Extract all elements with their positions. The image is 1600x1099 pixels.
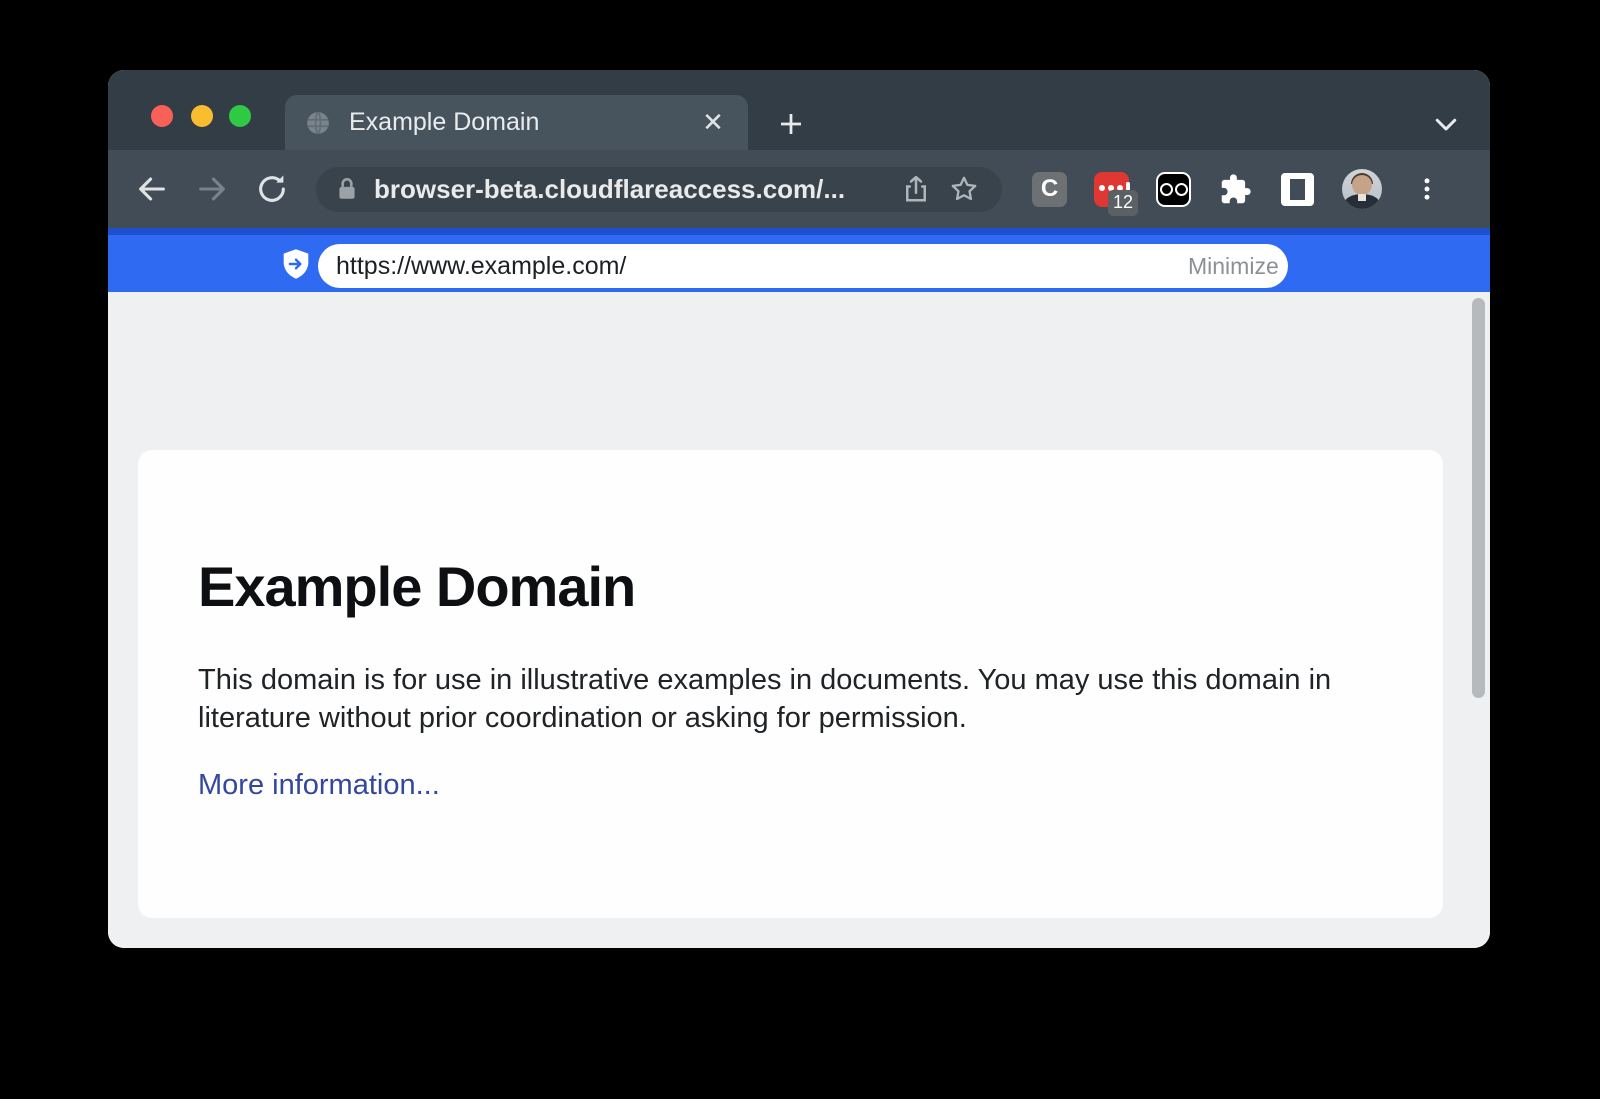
- extension-c-icon[interactable]: C: [1032, 172, 1067, 207]
- extension-red-dots-icon[interactable]: 12: [1094, 172, 1129, 207]
- profile-avatar[interactable]: [1342, 169, 1382, 209]
- zoom-window-button[interactable]: [229, 105, 251, 127]
- reload-button[interactable]: [250, 167, 294, 211]
- reload-icon: [255, 172, 289, 206]
- tab-title: Example Domain: [349, 108, 698, 137]
- circle-glyph: [1160, 183, 1173, 196]
- extensions-area: C 12: [1032, 169, 1444, 209]
- share-icon: [901, 174, 931, 204]
- bookmark-button[interactable]: [944, 169, 984, 209]
- avatar-graphic: [1352, 175, 1372, 195]
- forward-arrow-icon: [195, 172, 229, 206]
- close-window-button[interactable]: [151, 105, 173, 127]
- isolation-url-bar: Minimize: [108, 228, 1490, 292]
- kebab-menu-icon: [1413, 175, 1441, 203]
- address-bar-url: browser-beta.cloudflareaccess.com/...: [374, 174, 888, 205]
- isolation-shield-icon: [281, 248, 311, 280]
- page-heading: Example Domain: [198, 554, 1383, 619]
- circle-glyph: [1175, 183, 1188, 196]
- minimize-bar-button[interactable]: Minimize: [1188, 244, 1285, 288]
- share-button[interactable]: [896, 169, 936, 209]
- extension-badge-count: 12: [1108, 190, 1138, 216]
- globe-favicon-icon: [305, 110, 331, 136]
- back-arrow-icon: [135, 172, 169, 206]
- content-card: Example Domain This domain is for use in…: [138, 450, 1443, 918]
- browser-menu-button[interactable]: [1409, 172, 1444, 207]
- star-icon: [949, 174, 979, 204]
- tab-strip: Example Domain ✕: [108, 70, 1490, 150]
- chevron-down-icon: [1431, 109, 1461, 139]
- page-paragraph: This domain is for use in illustrative e…: [198, 661, 1348, 737]
- more-information-link[interactable]: More information...: [198, 769, 440, 802]
- new-tab-button[interactable]: [771, 104, 811, 144]
- puzzle-icon: [1219, 173, 1252, 206]
- side-panel-icon: [1281, 173, 1314, 206]
- browser-window: Example Domain ✕: [108, 70, 1490, 948]
- isolation-url-input[interactable]: [318, 244, 1288, 288]
- page-viewport: Example Domain This domain is for use in…: [108, 292, 1490, 948]
- tab-example-domain[interactable]: Example Domain ✕: [285, 95, 748, 150]
- extension-circles-icon[interactable]: [1156, 172, 1191, 207]
- address-bar[interactable]: browser-beta.cloudflareaccess.com/...: [316, 167, 1002, 212]
- back-button[interactable]: [130, 167, 174, 211]
- plus-icon: [776, 109, 806, 139]
- tab-search-button[interactable]: [1426, 106, 1466, 142]
- extensions-menu-button[interactable]: [1218, 172, 1253, 207]
- extension-c-label: C: [1041, 175, 1058, 203]
- scrollbar-thumb[interactable]: [1472, 298, 1485, 698]
- lock-icon: [334, 176, 360, 202]
- tab-close-icon[interactable]: ✕: [698, 108, 728, 138]
- avatar-graphic: [1358, 194, 1366, 201]
- browser-toolbar: browser-beta.cloudflareaccess.com/... C …: [108, 150, 1490, 228]
- forward-button[interactable]: [190, 167, 234, 211]
- minimize-window-button[interactable]: [191, 105, 213, 127]
- side-panel-button[interactable]: [1280, 172, 1315, 207]
